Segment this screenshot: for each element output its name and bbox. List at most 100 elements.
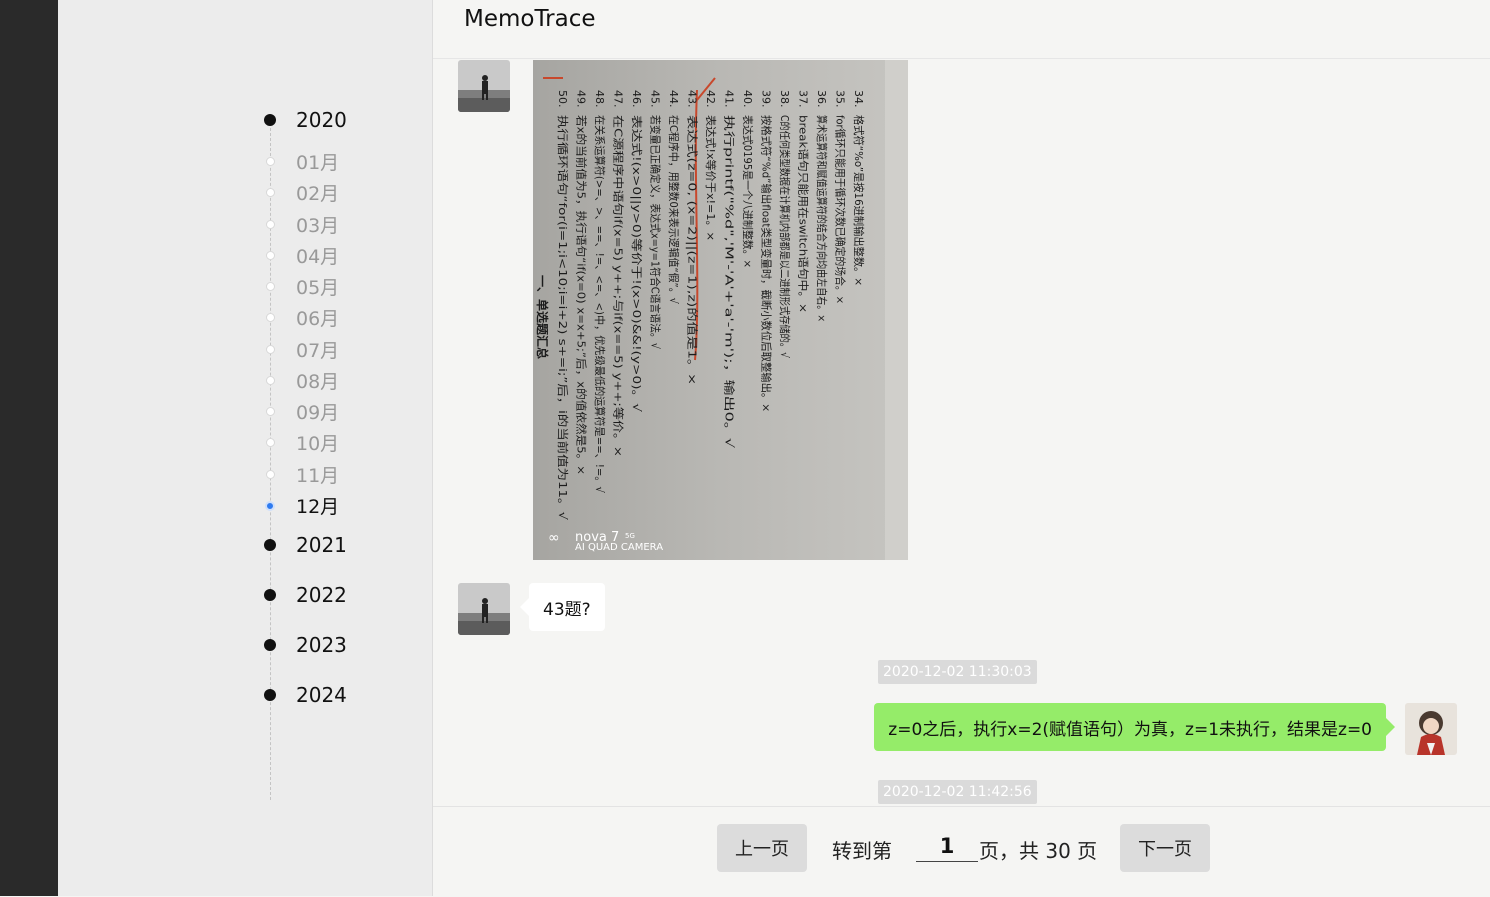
- timeline-label: 02月: [296, 183, 340, 205]
- timeline-label: 11月: [296, 465, 340, 487]
- timeline-dot-icon: [266, 251, 275, 260]
- photo-text-line: break语句只能用在switch语句中。×: [797, 115, 811, 313]
- message-timestamp: 2020-12-02 11:42:56: [878, 780, 1037, 804]
- contact-avatar[interactable]: [458, 583, 510, 635]
- timeline-dot-icon: [266, 220, 275, 229]
- timeline-label: 04月: [296, 246, 340, 268]
- timeline-dot-icon: [266, 438, 275, 447]
- photo-text-line: 表达式0195是一个八进制整数。×: [741, 115, 755, 268]
- timeline-year-2024[interactable]: 2024: [264, 683, 347, 707]
- timeline-year-2023[interactable]: 2023: [264, 633, 347, 657]
- timeline-label: 06月: [296, 308, 340, 330]
- photo-text-line: 算术运算符和赋值运算符的结合方向均由左自右。×: [815, 115, 829, 322]
- timeline-dot-icon: [266, 407, 275, 416]
- photo-question-number: 38.: [778, 90, 791, 108]
- chat-header: MemoTrace: [433, 0, 1490, 59]
- photo-question-number: 48.: [593, 90, 606, 108]
- photo-text-line: 在C程序中，用整数0来表示逻辑值“假”。√: [667, 115, 681, 305]
- photo-text-line: 表达式!x等价于x!=1。×: [704, 115, 718, 241]
- page-number-input[interactable]: [916, 831, 978, 862]
- pagination-bar: 上一页 转到第 页，共 30 页 下一页: [433, 806, 1490, 897]
- timeline-dot-icon: [264, 639, 276, 651]
- timeline-label: 05月: [296, 277, 340, 299]
- photo-question-number: 47.: [612, 90, 625, 108]
- timeline-month-03[interactable]: 03月: [264, 211, 339, 238]
- photo-question-number: 45.: [649, 90, 662, 108]
- exam-page-photo: 34. 格式符“%o”是按16进制输出整数。× 35. for循环只能用于循环次数已确…: [533, 60, 908, 560]
- photo-text-line: for循环只能用于循环次数已确定的场合。×: [834, 115, 848, 304]
- contact-avatar-image: [458, 583, 510, 635]
- timeline-year-2020[interactable]: 2020: [264, 108, 347, 132]
- photo-text-line: 执行printf("%d",'M'-'A'+'a'-'m');，输出0。√: [723, 115, 737, 449]
- timeline-label: 2023: [296, 633, 347, 657]
- timeline-panel: 2020 01月 02月 03月 04月 05月 06月 07月 08月 09月…: [58, 0, 433, 896]
- goto-prefix-label: 转到第: [832, 839, 892, 863]
- timeline-dot-icon: [266, 282, 275, 291]
- photo-question-number: 49.: [575, 90, 588, 108]
- timeline-year-2022[interactable]: 2022: [264, 583, 347, 607]
- timeline-dot-icon: [264, 114, 276, 126]
- timeline-month-02[interactable]: 02月: [264, 179, 339, 206]
- contact-avatar-image: [458, 60, 510, 112]
- sent-message-bubble[interactable]: z=0之后，执行x=2(赋值语句）为真，z=1未执行，结果是z=0: [874, 703, 1395, 751]
- photo-text-line: 在关系运算符(>=、>、==、!=、<=、<)中，优先级最低的运算符是==、!=…: [593, 115, 607, 494]
- photo-text-line: 表达式(z=0, (x=2)||(z=1),z)的值是1。×: [686, 115, 700, 385]
- left-dark-sidebar: [0, 0, 58, 896]
- photo-question-number: 40.: [741, 90, 754, 108]
- watermark-camera: AI QUAD CAMERA: [575, 542, 663, 553]
- timeline-label: 2022: [296, 583, 347, 607]
- timeline-label: 2021: [296, 533, 347, 557]
- timeline-label: 10月: [296, 433, 340, 455]
- message-image[interactable]: 34. 格式符“%o”是按16进制输出整数。× 35. for循环只能用于循环次数已确…: [533, 60, 908, 560]
- photo-question-number: 42.: [704, 90, 717, 108]
- photo-text-line: 执行循环语句“for(i=1;i<10;i=i+2) s+=i;”后，i的当前值…: [556, 115, 570, 521]
- timeline-label: 2020: [296, 108, 347, 132]
- self-avatar-image: [1405, 703, 1457, 755]
- timeline-dot-icon: [264, 539, 276, 551]
- timeline-dot-icon: [266, 313, 275, 322]
- received-message-bubble[interactable]: 43题?: [520, 583, 605, 631]
- photo-question-number: 37.: [797, 90, 810, 108]
- timeline-dot-icon: [266, 376, 275, 385]
- watermark-suffix: 5G: [625, 532, 635, 540]
- photo-text-line: 若x的当前值为5，执行语句“if(x=0) x=x+5;”后，x的值依然是5。×: [575, 115, 589, 475]
- message-timestamp: 2020-12-02 11:30:03: [878, 660, 1037, 684]
- timeline-month-07[interactable]: 07月: [264, 336, 339, 363]
- timeline-year-2021[interactable]: 2021: [264, 533, 347, 557]
- timeline-label: 2024: [296, 683, 347, 707]
- prev-page-button[interactable]: 上一页: [717, 824, 807, 872]
- photo-question-number: 36.: [815, 90, 828, 108]
- timeline-month-04[interactable]: 04月: [264, 242, 339, 269]
- chat-area[interactable]: 34. 格式符“%o”是按16进制输出整数。× 35. for循环只能用于循环次数已确…: [433, 59, 1490, 806]
- app-title: MemoTrace: [464, 6, 596, 32]
- timeline-month-06[interactable]: 06月: [264, 304, 339, 331]
- timeline-month-08[interactable]: 08月: [264, 367, 339, 394]
- camera-brand-icon: ∞: [548, 530, 560, 546]
- timeline-dot-icon: [266, 157, 275, 166]
- timeline-month-09[interactable]: 09月: [264, 398, 339, 425]
- timeline-month-11[interactable]: 11月: [264, 461, 339, 488]
- timeline-month-05[interactable]: 05月: [264, 273, 339, 300]
- self-avatar[interactable]: [1405, 703, 1457, 755]
- page-total-label: 页，共 30 页: [979, 839, 1098, 863]
- timeline-label: 07月: [296, 340, 340, 362]
- photo-question-number: 50.: [556, 90, 569, 108]
- timeline-dot-icon: [266, 470, 275, 479]
- photo-section-heading: 一、单选题汇总: [535, 275, 550, 359]
- timeline-month-10[interactable]: 10月: [264, 429, 339, 456]
- timeline-dot-icon: [264, 689, 276, 701]
- timeline-label: 09月: [296, 402, 340, 424]
- photo-text-line: 格式符“%o”是按16进制输出整数。×: [852, 115, 866, 286]
- timeline-dot-icon: [264, 589, 276, 601]
- photo-question-number: 34.: [852, 90, 865, 108]
- timeline-label: 08月: [296, 371, 340, 393]
- photo-question-number: 41.: [723, 90, 736, 108]
- contact-avatar[interactable]: [458, 60, 510, 112]
- timeline-dot-icon: [266, 345, 275, 354]
- timeline-month-12-active[interactable]: 12月: [264, 492, 339, 519]
- timeline-month-01[interactable]: 01月: [264, 148, 339, 175]
- photo-text-line: 表达式!(x>0||y>0)等价于!(x>0)&&!(y>0)。√: [630, 115, 644, 413]
- timeline-dot-icon: [266, 188, 275, 197]
- photo-text-line: 若变量已正确定义，表达式x=y=1符合C语言语法。√: [649, 115, 663, 350]
- next-page-button[interactable]: 下一页: [1120, 824, 1210, 872]
